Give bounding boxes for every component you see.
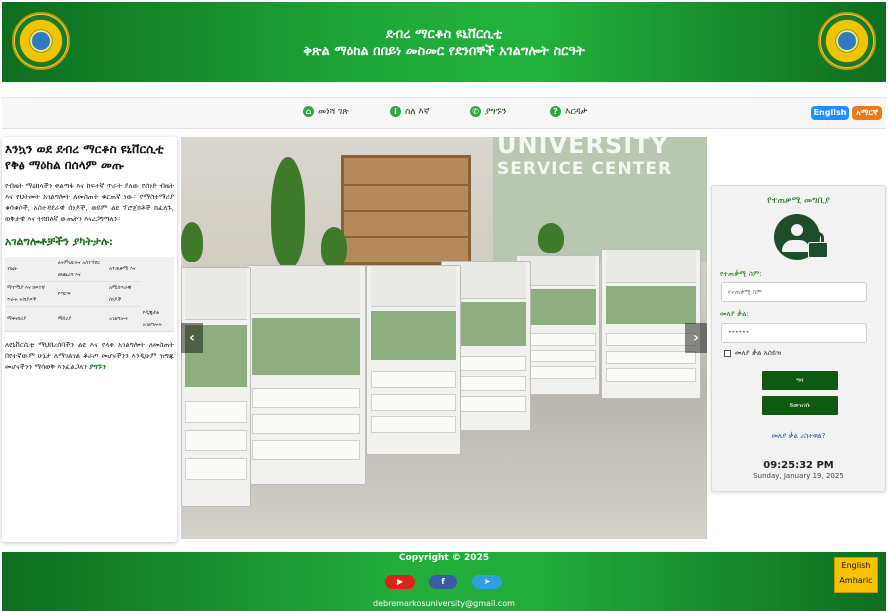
header-title-line2: ቅጽል ማዕከል በበይነ መስመር የደንበኞች አገልግሎት ስርዓት	[303, 44, 585, 59]
lock-icon	[808, 242, 828, 258]
english-language-button[interactable]: English	[811, 106, 849, 120]
services-heading: አገልግሎቶቻችን ያካትታሉ:	[5, 235, 113, 248]
nav-item-label: እርዳታ	[565, 106, 588, 117]
table-row: ብዜት ለትምህርትና አስተዳደር መጨረሻ እና ለተጠቃሚ እና	[5, 257, 174, 282]
table-row: ማቀናበሪያ ማሰሪያ አገልግሎት የዲጂታል አገልግሎት	[5, 306, 174, 332]
table-cell: ለሚስጥራዊ ሰነዶች	[107, 281, 141, 307]
page: ደብረ ማርቆስ ዩኒቨርሲቲ ቅጽል ማዕከል በበይነ መስመር የደንበኞ…	[0, 0, 888, 611]
register-button[interactable]: ይመዝገቡ	[762, 396, 838, 415]
home-icon: ⌂	[303, 106, 314, 117]
remember-checkbox[interactable]	[724, 350, 731, 357]
table-cell: ዮግሮፍ	[55, 281, 108, 307]
info-icon: i	[390, 106, 401, 117]
welcome-outro: ለዩኒቨርሲቲ ማህበረሰባችን ልዩ እና የላቀ አገልግሎት ለመስጠት …	[5, 340, 174, 373]
table-cell: ማሰሪያ	[55, 306, 108, 332]
main-nav: ⌂ መነሻ ገጽ i ስለ እኛ ✆ ያግኙን ? እርዳታ English አ…	[2, 97, 886, 129]
plant	[538, 223, 564, 253]
nav-item-label: ያግኙን	[485, 106, 507, 117]
table-cell: ማተሚያ እና ከፍተኛ ጥራት ትሽያዎች	[5, 281, 56, 307]
bookshelf	[341, 155, 471, 265]
nav-item-label: ስለ እኛ	[405, 106, 430, 117]
nav-item-home[interactable]: ⌂ መነሻ ገጽ	[303, 106, 349, 117]
youtube-icon[interactable]: ▶	[385, 575, 415, 589]
current-time: 09:25:32 PM	[763, 460, 834, 471]
login-card: የተጠቃሚ መግቢያ የተጠቃሚ ስም: መለያ ቃል: •••••• መለያ …	[711, 185, 886, 492]
remember-me[interactable]: መለያ ቃል አስይዝ	[724, 349, 781, 358]
header-title-line1: ደብረ ማርቆስ ዩኒቨርሲቲ	[385, 27, 503, 42]
footer-amharic-option[interactable]: Amharic	[835, 573, 877, 588]
help-icon: ?	[550, 106, 561, 117]
sign-text-line1: UNIVERSITY	[497, 137, 669, 159]
plant	[181, 222, 203, 262]
facebook-icon[interactable]: f	[429, 575, 457, 589]
current-date: Sunday, January 19, 2025	[753, 472, 844, 480]
phone-icon: ✆	[470, 106, 481, 117]
site-header: ደብረ ማርቆስ ዩኒቨርሲቲ ቅጽል ማዕከል በበይነ መስመር የደንበኞ…	[2, 2, 886, 82]
remember-label: መለያ ቃል አስይዝ	[735, 349, 782, 357]
plant	[321, 227, 347, 267]
nav-item-label: መነሻ ገጽ	[318, 106, 349, 117]
copier	[366, 265, 461, 455]
university-logo-right	[818, 12, 876, 70]
services-table: ብዜት ለትምህርትና አስተዳደር መጨረሻ እና ለተጠቃሚ እና ማተሚያ…	[5, 257, 174, 332]
welcome-intro: የብዜት ማዕከላችን ቀልጣፋ እና ከፍተኛ ጥራት ያለው የሰነድ ብዜ…	[5, 182, 174, 223]
nav-item-contact[interactable]: ✆ ያግኙን	[470, 106, 507, 117]
contact-link[interactable]: ያግኙን	[89, 363, 106, 371]
footer-language-switcher: English Amharic	[834, 557, 878, 593]
password-input[interactable]: ••••••	[721, 323, 867, 343]
table-cell: ለትምህርትና አስተዳደር መጨረሻ እና	[55, 257, 108, 282]
carousel-next-button[interactable]: ›	[685, 323, 707, 353]
table-cell: ብዜት	[5, 257, 56, 282]
username-input[interactable]	[721, 282, 867, 302]
copyright-text: Copyright © 2025	[398, 553, 490, 563]
footer-english-option[interactable]: English	[835, 558, 877, 573]
login-button[interactable]: ግባ	[762, 371, 838, 390]
sign-text-line2: SERVICE CENTER	[497, 159, 673, 179]
copier	[246, 265, 366, 485]
nav-item-about[interactable]: i ስለ እኛ	[390, 106, 429, 117]
footer-email[interactable]: debremarkosuniversity@gmail.com	[2, 599, 886, 608]
hero-carousel-image: UNIVERSITY SERVICE CENTER ‹ ›	[181, 137, 707, 539]
site-footer: Copyright © 2025 ▶ f ➤ debremarkosuniver…	[2, 552, 886, 611]
welcome-heading: እንኳን ወደ ደብረ ማርቆስ ዩኒቨርሲቲ የቅፅ ማዕከል በሰላም መጡ	[5, 142, 164, 172]
amharic-language-button[interactable]: አማርኛ	[852, 106, 882, 120]
telegram-icon[interactable]: ➤	[472, 575, 502, 589]
carousel-prev-button[interactable]: ‹	[181, 323, 203, 353]
password-label: መለያ ቃል:	[720, 310, 749, 318]
login-title: የተጠቃሚ መግቢያ	[767, 196, 830, 206]
table-cell: ማቀናበሪያ	[5, 306, 56, 332]
copier	[181, 267, 251, 507]
welcome-panel: እንኳን ወደ ደብረ ማርቆስ ዩኒቨርሲቲ የቅፅ ማዕከል በሰላም መጡ…	[2, 137, 177, 542]
nav-item-help[interactable]: ? እርዳታ	[550, 106, 587, 117]
forgot-password-link[interactable]: መለያ ቃል ረስተዋል?	[712, 432, 885, 441]
table-cell: አገልግሎት	[107, 306, 141, 332]
table-cell: የዲጂታል አገልግሎት	[140, 306, 174, 332]
table-cell: ለተጠቃሚ እና	[107, 257, 141, 282]
plant	[271, 157, 305, 267]
table-row: ማተሚያ እና ከፍተኛ ጥራት ትሽያዎች ዮግሮፍ ለሚስጥራዊ ሰነዶች	[5, 281, 174, 307]
username-label: የተጠቃሚ ስም:	[720, 270, 762, 278]
